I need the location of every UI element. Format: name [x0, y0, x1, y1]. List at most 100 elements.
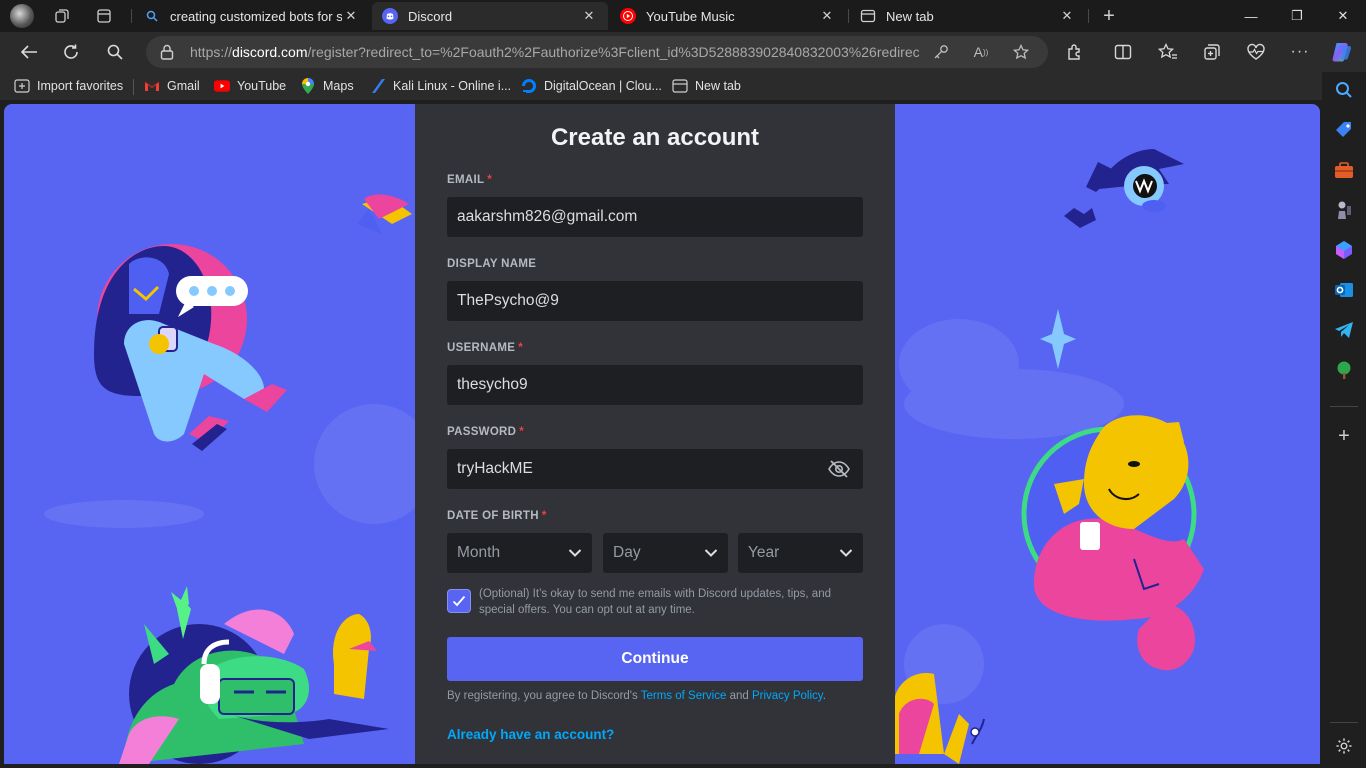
username-value: thesycho9 [457, 376, 528, 393]
extensions-icon[interactable] [1064, 42, 1086, 62]
browser-essentials-icon[interactable] [1245, 42, 1267, 62]
workspaces-icon[interactable] [48, 4, 76, 28]
display-name-field[interactable]: ThePsycho@9 [447, 281, 863, 321]
tab-title: Discord [408, 8, 453, 24]
password-label-text: PASSWORD [447, 426, 517, 438]
telegram-send-icon[interactable] [1332, 318, 1356, 342]
username-field[interactable]: thesycho9 [447, 365, 863, 405]
register-card: Create an account EMAIL * aakarshm826@gma… [415, 104, 895, 764]
minimize-button[interactable]: — [1228, 0, 1274, 32]
favorite-maps[interactable]: Maps [300, 77, 354, 95]
lock-icon[interactable] [160, 44, 178, 60]
read-aloud-icon[interactable]: A)) [972, 44, 990, 60]
tab-title: New tab [886, 8, 934, 24]
url-text[interactable]: https://discord.com/register?redirect_to… [190, 44, 920, 60]
add-icon[interactable]: + [1332, 424, 1356, 448]
more-options-icon[interactable]: ··· [1289, 42, 1311, 62]
favorites-icon[interactable] [1157, 42, 1179, 62]
tab-title: creating customized bots for self [170, 8, 342, 24]
display-name-value: ThePsycho@9 [457, 292, 559, 309]
username-label-text: USERNAME [447, 342, 516, 354]
kali-icon [370, 78, 386, 94]
tab-discord[interactable]: Discord ✕ [372, 2, 608, 30]
favorite-kali[interactable]: Kali Linux - Online i... [370, 77, 511, 95]
password-field[interactable]: tryHackME [447, 449, 863, 489]
password-label: PASSWORD * [447, 426, 524, 438]
address-bar[interactable]: https://discord.com/register?redirect_to… [146, 36, 1048, 68]
chevron-down-icon [704, 549, 718, 557]
email-optin-checkbox[interactable] [447, 589, 471, 613]
discord-register-page: Create an account EMAIL * aakarshm826@gma… [4, 104, 1320, 764]
discord-icon [382, 8, 398, 24]
favorite-gmail[interactable]: Gmail [144, 77, 200, 95]
tab-new-tab[interactable]: New tab ✕ [850, 2, 1086, 30]
favorite-label: Import favorites [37, 79, 124, 93]
search-icon [144, 8, 160, 24]
tools-icon[interactable] [1332, 158, 1356, 182]
favorite-label: Gmail [167, 79, 200, 93]
profile-avatar[interactable] [10, 4, 34, 28]
privacy-policy-link[interactable]: Privacy Policy [752, 690, 823, 702]
required-marker: * [519, 426, 525, 438]
restore-button[interactable]: ❐ [1274, 0, 1320, 32]
chevron-down-icon [568, 549, 582, 557]
email-label: EMAIL * [447, 174, 492, 186]
tab-search[interactable]: creating customized bots for self ✕ [134, 2, 370, 30]
import-icon [14, 78, 30, 94]
favorites-bar: Import favorites Gmail YouTube Maps Kali… [0, 72, 1322, 100]
split-screen-icon[interactable] [1112, 42, 1134, 62]
youtube-icon [214, 78, 230, 94]
close-tab-icon[interactable]: ✕ [818, 8, 836, 24]
close-tab-icon[interactable]: ✕ [342, 8, 360, 24]
search-button[interactable] [100, 38, 130, 66]
shopping-tag-icon[interactable] [1332, 118, 1356, 142]
required-marker: * [518, 342, 523, 354]
hide-password-icon[interactable] [827, 459, 851, 479]
legal-suffix: . [822, 690, 826, 702]
favorite-label: YouTube [237, 79, 287, 93]
year-placeholder: Year [748, 544, 780, 561]
required-marker: * [541, 510, 547, 522]
tree-icon[interactable] [1332, 358, 1356, 382]
search-icon[interactable] [1332, 78, 1356, 102]
password-key-icon[interactable] [932, 44, 950, 60]
vertical-tabs-icon[interactable] [90, 4, 118, 28]
close-window-button[interactable]: ✕ [1320, 0, 1366, 32]
already-have-account-link[interactable]: Already have an account? [447, 727, 614, 742]
tab-youtube-music[interactable]: YouTube Music ✕ [610, 2, 846, 30]
continue-button[interactable]: Continue [447, 637, 863, 681]
favorite-star-icon[interactable] [1012, 44, 1030, 60]
favorite-new-tab[interactable]: New tab [672, 77, 741, 95]
legal-notice: By registering, you agree to Discord's T… [447, 690, 867, 702]
favorite-digitalocean[interactable]: DigitalOcean | Clou... [521, 77, 662, 95]
girl-on-phone-illustration [94, 244, 287, 451]
email-field[interactable]: aakarshm826@gmail.com [447, 197, 863, 237]
month-select[interactable]: Month [447, 533, 592, 573]
refresh-button[interactable] [56, 38, 86, 66]
chevron-down-icon [839, 549, 853, 557]
copilot-icon[interactable] [1330, 40, 1354, 64]
legal-prefix: By registering, you agree to Discord's [447, 690, 641, 702]
favorite-label: Kali Linux - Online i... [393, 79, 512, 93]
favorite-youtube[interactable]: YouTube [214, 77, 286, 95]
date-of-birth-label: DATE OF BIRTH * [447, 510, 547, 522]
microsoft-365-icon[interactable] [1332, 238, 1356, 262]
browser-toolbar: https://discord.com/register?redirect_to… [0, 32, 1366, 72]
outlook-icon[interactable] [1332, 278, 1356, 302]
terms-of-service-link[interactable]: Terms of Service [641, 690, 727, 702]
back-button[interactable] [14, 38, 44, 66]
legal-and: and [726, 690, 752, 702]
year-select[interactable]: Year [738, 533, 863, 573]
new-tab-button[interactable]: + [1095, 4, 1123, 28]
day-select[interactable]: Day [603, 533, 728, 573]
tab-strip: creating customized bots for self ✕ Disc… [0, 0, 1366, 32]
collections-icon[interactable] [1201, 42, 1223, 62]
games-icon[interactable] [1332, 198, 1356, 222]
close-tab-icon[interactable]: ✕ [1058, 8, 1076, 24]
settings-gear-icon[interactable] [1332, 734, 1356, 758]
favorite-import[interactable]: Import favorites [14, 77, 123, 95]
gmail-icon [144, 78, 160, 94]
yellow-character-illustration [1021, 415, 1204, 671]
close-tab-icon[interactable]: ✕ [580, 8, 598, 24]
favorite-label: New tab [695, 79, 741, 93]
